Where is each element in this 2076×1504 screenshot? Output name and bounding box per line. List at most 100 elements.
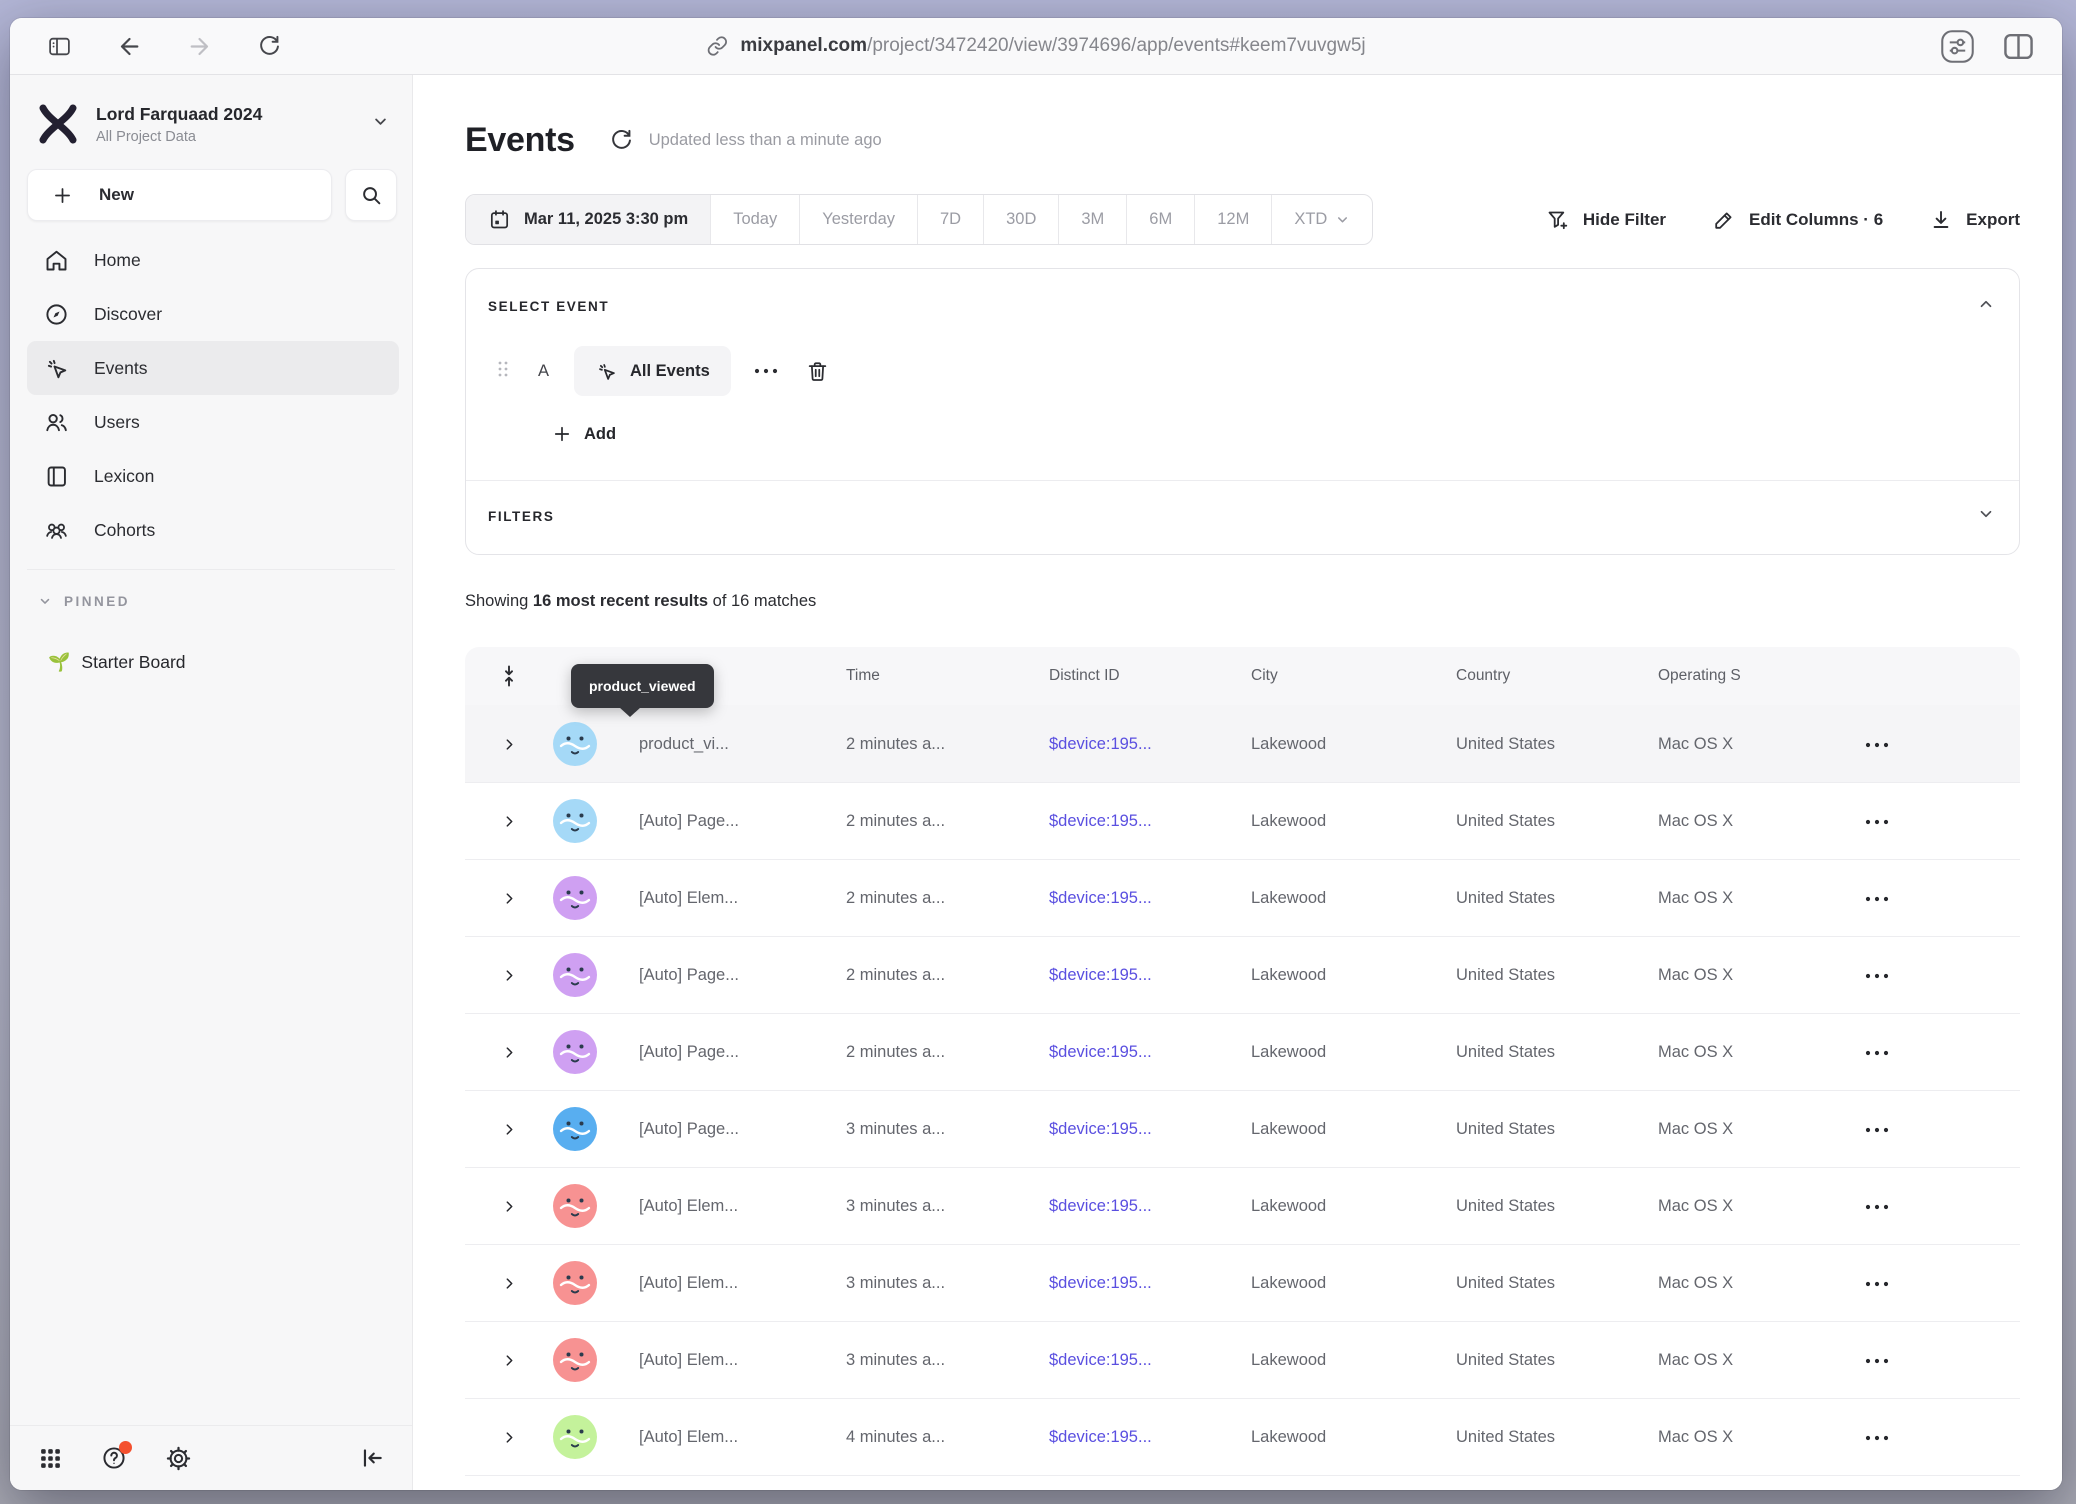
row-menu-icon[interactable] <box>1862 1197 1890 1216</box>
reload-icon[interactable] <box>256 33 282 59</box>
export-button[interactable]: Export <box>1929 208 2020 232</box>
table-row[interactable]: [Auto] Page... 2 minutes a... $device:19… <box>465 1013 2020 1090</box>
collapse-sidebar-icon[interactable] <box>358 1444 386 1472</box>
add-event-button[interactable]: Add <box>552 424 1995 480</box>
expand-row-icon[interactable] <box>502 1430 517 1445</box>
cell-distinct-id-link[interactable]: $device:195... <box>1049 1274 1251 1293</box>
cell-time: 2 minutes a... <box>846 735 1049 754</box>
edit-columns-button[interactable]: Edit Columns · 6 <box>1712 208 1883 232</box>
more-options-icon[interactable] <box>753 362 779 380</box>
expand-row-icon[interactable] <box>502 968 517 983</box>
search-button[interactable] <box>345 169 397 221</box>
drag-handle-icon[interactable] <box>496 359 510 384</box>
range-30d[interactable]: 30D <box>983 195 1058 244</box>
link-icon <box>706 35 728 57</box>
cell-distinct-id-link[interactable]: $device:195... <box>1049 889 1251 908</box>
table-row[interactable]: [Auto] Elem... 2 minutes a... $device:19… <box>465 859 2020 936</box>
expand-row-icon[interactable] <box>502 1276 517 1291</box>
back-icon[interactable] <box>116 33 142 59</box>
range-xtd[interactable]: XTD <box>1271 195 1372 244</box>
cell-os: Mac OS X <box>1658 1274 1862 1293</box>
page-settings-icon[interactable] <box>1940 29 1975 64</box>
table-row[interactable]: [Auto] Page... 2 minutes a... $device:19… <box>465 782 2020 859</box>
date-picker[interactable]: Mar 11, 2025 3:30 pm <box>466 195 710 244</box>
expand-row-icon[interactable] <box>502 737 517 752</box>
hide-filter-button[interactable]: Hide Filter <box>1546 208 1666 232</box>
trash-icon[interactable] <box>805 359 830 384</box>
row-menu-icon[interactable] <box>1862 1351 1890 1370</box>
cell-os: Mac OS X <box>1658 1351 1862 1370</box>
cell-distinct-id-link[interactable]: $device:195... <box>1049 966 1251 985</box>
table-row[interactable]: [Auto] Elem... 3 minutes a... $device:19… <box>465 1321 2020 1398</box>
table-row[interactable]: [Auto] Page... 2 minutes a... $device:19… <box>465 936 2020 1013</box>
cell-country: United States <box>1456 1043 1658 1062</box>
range-today[interactable]: Today <box>710 195 799 244</box>
expand-row-icon[interactable] <box>502 1199 517 1214</box>
row-menu-icon[interactable] <box>1862 966 1890 985</box>
cell-distinct-id-link[interactable]: $device:195... <box>1049 812 1251 831</box>
forward-icon[interactable] <box>186 33 212 59</box>
row-menu-icon[interactable] <box>1862 889 1890 908</box>
filters-section[interactable]: FILTERS <box>466 480 2019 554</box>
event-avatar <box>553 1415 597 1459</box>
sidebar-item-users[interactable]: Users <box>27 395 399 449</box>
sidebar-toggle-icon[interactable] <box>46 33 72 59</box>
range-7d[interactable]: 7D <box>917 195 983 244</box>
chevron-up-icon[interactable] <box>1977 295 1995 318</box>
row-menu-icon[interactable] <box>1862 1120 1890 1139</box>
cell-distinct-id-link[interactable]: $device:195... <box>1049 735 1251 754</box>
table-row[interactable]: [Auto] Elem... 3 minutes a... $device:19… <box>465 1167 2020 1244</box>
cell-distinct-id-link[interactable]: $device:195... <box>1049 1197 1251 1216</box>
range-6m[interactable]: 6M <box>1126 195 1194 244</box>
cell-distinct-id-link[interactable]: $device:195... <box>1049 1428 1251 1447</box>
cell-event-name: [Auto] Elem... <box>639 1274 846 1293</box>
gear-icon[interactable] <box>164 1444 192 1472</box>
cell-distinct-id-link[interactable]: $device:195... <box>1049 1120 1251 1139</box>
event-clause-row: A All Events <box>488 346 1995 396</box>
sidebar-item-home[interactable]: Home <box>27 233 399 287</box>
sidebar-item-events[interactable]: Events <box>27 341 399 395</box>
range-yesterday[interactable]: Yesterday <box>799 195 917 244</box>
chevron-down-icon[interactable] <box>1977 505 1995 528</box>
split-view-icon[interactable] <box>2003 32 2034 61</box>
table-row[interactable]: [Auto] Page... 3 minutes a... $device:19… <box>465 1090 2020 1167</box>
filter-icon <box>1546 208 1570 232</box>
apps-grid-icon[interactable] <box>36 1444 64 1472</box>
sidebar-item-label: Users <box>94 412 140 433</box>
sidebar-item-discover[interactable]: Discover <box>27 287 399 341</box>
expand-row-icon[interactable] <box>502 1122 517 1137</box>
event-avatar <box>553 1184 597 1228</box>
row-menu-icon[interactable] <box>1862 812 1890 831</box>
new-button[interactable]: New <box>27 169 332 221</box>
table-row[interactable]: [Auto] Elem... 4 minutes a... $device:19… <box>465 1398 2020 1475</box>
project-selector[interactable]: Lord Farquaad 2024 All Project Data <box>10 75 412 148</box>
row-menu-icon[interactable] <box>1862 1043 1890 1062</box>
event-avatar <box>553 799 597 843</box>
range-3m[interactable]: 3M <box>1058 195 1126 244</box>
range-12m[interactable]: 12M <box>1194 195 1271 244</box>
sidebar-item-lexicon[interactable]: Lexicon <box>27 449 399 503</box>
cell-distinct-id-link[interactable]: $device:195... <box>1049 1351 1251 1370</box>
table-row[interactable]: [Auto] Elem... 4 minutes a... $device:19… <box>465 1475 2020 1490</box>
sort-order-icon[interactable] <box>502 664 516 688</box>
table-row[interactable]: product_vi... 2 minutes a... $device:195… <box>465 705 2020 782</box>
help-icon[interactable] <box>100 1444 128 1472</box>
expand-row-icon[interactable] <box>502 891 517 906</box>
expand-row-icon[interactable] <box>502 814 517 829</box>
expand-row-icon[interactable] <box>502 1353 517 1368</box>
column-header-distinct-id: Distinct ID <box>1049 667 1251 685</box>
cell-distinct-id-link[interactable]: $device:195... <box>1049 1043 1251 1062</box>
pinned-section-toggle[interactable]: PINNED <box>38 588 412 614</box>
sidebar-item-starter-board[interactable]: 🌱 Starter Board <box>48 642 412 682</box>
row-menu-icon[interactable] <box>1862 1428 1890 1447</box>
select-event-label: SELECT EVENT <box>488 299 609 314</box>
expand-row-icon[interactable] <box>502 1045 517 1060</box>
address-bar[interactable]: mixpanel.com/project/3472420/view/397469… <box>706 35 1365 57</box>
sidebar-item-cohorts[interactable]: Cohorts <box>27 503 399 557</box>
refresh-icon[interactable] <box>609 128 634 153</box>
row-menu-icon[interactable] <box>1862 1274 1890 1293</box>
cell-time: 3 minutes a... <box>846 1197 1049 1216</box>
row-menu-icon[interactable] <box>1862 735 1890 754</box>
event-selector-pill[interactable]: All Events <box>574 346 731 396</box>
table-row[interactable]: [Auto] Elem... 3 minutes a... $device:19… <box>465 1244 2020 1321</box>
